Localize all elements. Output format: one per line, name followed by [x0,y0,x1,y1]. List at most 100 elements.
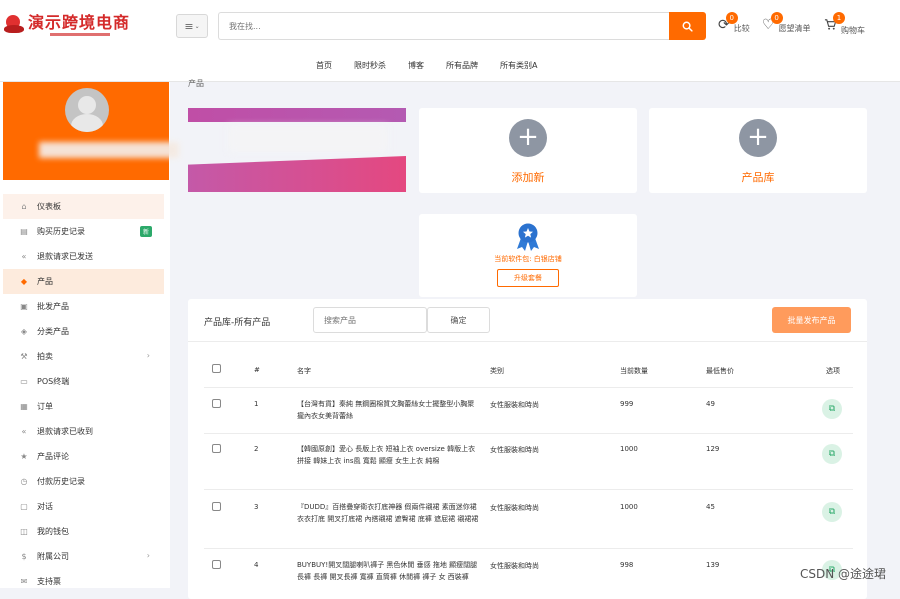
sidebar-item-reviews[interactable]: ★ 产品评论 [3,444,164,469]
product-price: 129 [706,445,720,453]
banner-top-strip [188,108,406,122]
sidebar-item-label: 仪表板 [37,202,61,211]
avatar[interactable] [65,88,109,132]
rewind-icon: « [21,427,27,436]
chevron-down-icon: ⌄ [194,22,200,30]
search-input[interactable] [218,12,670,40]
wishlist-link[interactable]: ♡ 0 愿望清单 [762,12,811,33]
bulk-publish-button[interactable]: 批量发布产品 [772,307,851,333]
product-library-panel: 产品库-所有产品 确定 批量发布产品 # 名字 类别 当前数量 最低售价 选项 … [188,299,867,599]
row-number: 3 [254,503,259,511]
banner-redacted [228,126,388,152]
cart-count: 1 [833,12,845,24]
product-library-card[interactable]: + 产品库 [649,108,867,193]
add-new-product-card[interactable]: + 添加新 [419,108,637,193]
row-checkbox[interactable] [212,444,221,453]
row-checkbox[interactable] [212,502,221,511]
product-price: 49 [706,400,715,408]
home-icon: ⌂ [21,202,27,211]
product-name[interactable]: 【韓國原創】愛心 長版上衣 短袖上衣 oversize 韓版上衣 拼接 韓妹上衣… [297,443,479,467]
sidebar-item-label: 退款请求已收到 [37,427,93,436]
copy-icon[interactable]: ⧉ [822,444,842,464]
row-checkbox[interactable] [212,560,221,569]
sidebar-item-purchase-history[interactable]: ▤ 购买历史记录 新 [3,219,164,244]
sidebar-item-label: 购买历史记录 [37,227,85,236]
sidebar-item-label: 批发产品 [37,302,69,311]
nav-all-brands[interactable]: 所有品牌 [446,60,478,71]
product-category: 女性服裝和時尚 [490,562,539,570]
sidebar-item-wholesale[interactable]: ▣ 批发产品 [3,294,164,319]
col-quantity: 当前数量 [620,367,648,375]
product-name[interactable]: 【台灣有貨】秦純 無鋼圈棉質文胸蕾絲女士擺整型小胸聚攏內衣女美背蕾絲 [297,398,479,422]
sidebar-item-label: 退款请求已发送 [37,252,93,261]
panel-title: 产品库-所有产品 [204,318,271,328]
box-icon: ▣ [20,302,28,311]
chevron-right-icon: › [146,551,150,560]
breadcrumb: 产品 [188,79,204,88]
nav-home[interactable]: 首页 [316,60,332,71]
pos-icon: ▭ [20,377,28,386]
sidebar-item-label: 支持票 [37,577,61,586]
sidebar-item-payment-history[interactable]: ◷ 付款历史记录 [3,469,164,494]
new-badge: 新 [139,226,152,237]
sidebar-item-label: 对话 [37,502,53,511]
sidebar-item-wallet[interactable]: ◫ 我的钱包 [3,519,164,544]
nav-all-categories[interactable]: 所有类别A [500,60,537,71]
sidebar-item-products[interactable]: ◆ 产品 [3,269,164,294]
chat-icon: ▢ [20,502,28,511]
nav-blog[interactable]: 博客 [408,60,424,71]
sidebar-item-conversations[interactable]: ▢ 对话 [3,494,164,519]
compare-label: 比较 [733,24,750,33]
star-icon: ★ [20,452,28,461]
row-checkbox[interactable] [212,399,221,408]
sidebar-item-pos[interactable]: ▭ POS终端 [3,369,164,394]
copy-icon[interactable]: ⧉ [822,399,842,419]
cart-label: 购物车 [841,26,865,35]
product-category: 女性服裝和時尚 [490,401,539,409]
award-badge-icon [517,223,539,251]
product-search-input[interactable] [313,307,427,333]
nav-flash-sale[interactable]: 限时秒杀 [354,60,386,71]
product-library-label: 产品库 [741,171,775,184]
sidebar-item-label: 产品评论 [37,452,69,461]
ticket-icon: ✉ [20,577,28,586]
cart-link[interactable]: 1 购物车 [824,12,865,35]
site-logo[interactable]: 演示跨境电商 [4,14,130,36]
product-quantity: 1000 [620,503,638,511]
logo-title: 演示跨境电商 [28,13,131,32]
top-header: 演示跨境电商 ≡⌄ ⟳0 比较 ♡0 愿望清单 1 购物车 首页 限时秒杀 博客… [0,0,900,82]
tag-icon: ◈ [20,327,28,336]
cart-icon: 1 [824,12,845,34]
select-all-checkbox[interactable] [212,364,221,373]
product-price: 45 [706,503,715,511]
sidebar-item-category-products[interactable]: ◈ 分类产品 [3,319,164,344]
search-button[interactable] [669,12,706,40]
product-price: 139 [706,561,720,569]
plus-icon: + [509,119,547,157]
product-name[interactable]: BUYBUY!開叉闊腿喇叭褲子 黑色休閒 垂感 拖地 顯瘦闊腿長褲 長褲 開叉長… [297,559,479,583]
sidebar-item-affiliate[interactable]: $ 附属公司 › [3,544,164,569]
confirm-button[interactable]: 确定 [427,307,490,333]
doc-icon: ▤ [20,227,28,236]
product-quantity: 1000 [620,445,638,453]
wallet-icon: ◫ [20,527,28,536]
col-number: # [254,366,260,374]
col-name: 名字 [297,367,311,375]
promo-banner[interactable] [188,108,406,192]
row-number: 1 [254,400,259,408]
heart-icon: ♡ 0 [762,12,783,32]
sidebar-item-orders[interactable]: ▦ 订单 [3,394,164,419]
sidebar: ⌂ 仪表板 ▤ 购买历史记录 新 « 退款请求已发送 ◆ 产品 ▣ 批发产品 ◈… [0,82,179,588]
sidebar-item-support[interactable]: ✉ 支持票 [3,569,164,594]
wishlist-count: 0 [770,12,783,24]
sidebar-item-refund-sent[interactable]: « 退款请求已发送 [3,244,164,269]
product-name[interactable]: 『DUDD』百搭疊穿衛衣打底神器 假兩件襯裙 素面迷你裙 衣衣打底 開叉打底裙 … [297,501,479,525]
compare-link[interactable]: ⟳ 0 比较 [718,12,750,33]
category-menu-button[interactable]: ≡ ⌄ [176,14,208,38]
upgrade-package-button[interactable]: 升级套餐 [497,269,559,287]
sidebar-item-refund-received[interactable]: « 退款请求已收到 [3,419,164,444]
sidebar-item-auction[interactable]: ⚒ 拍卖 › [3,344,164,369]
sidebar-item-dashboard[interactable]: ⌂ 仪表板 [3,194,164,219]
copy-icon[interactable]: ⧉ [822,502,842,522]
add-new-label: 添加新 [511,171,545,184]
